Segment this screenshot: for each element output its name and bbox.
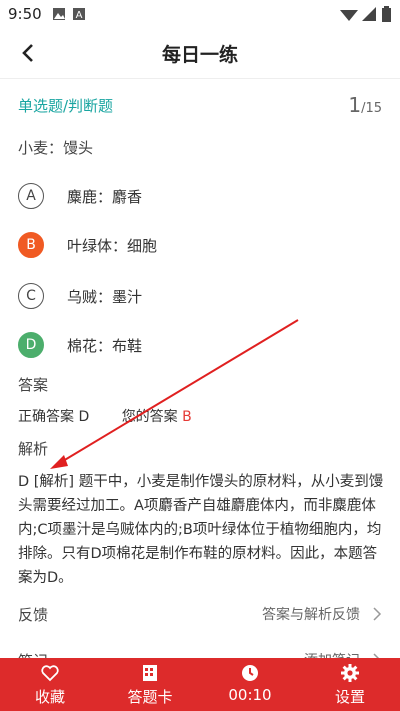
current-question-number: 1 [348,93,362,117]
gear-icon [341,664,359,682]
app-header: 每日一练 [0,28,400,79]
answer-label: 答案 [18,376,49,394]
option-c-marker: C [18,283,44,309]
answer-card-icon [143,665,157,681]
chevron-right-icon [373,607,382,621]
feedback-row[interactable]: 反馈 答案与解析反馈 [18,604,382,632]
tab-timer-label: 00:10 [228,686,272,704]
tab-timer[interactable]: 00:10 [200,658,300,711]
signal-icon [362,7,376,21]
analysis-label: 解析 [18,440,49,458]
answer-line: 正确答案 D 您的答案 B [18,406,192,426]
option-d-marker: D [18,332,44,358]
option-d[interactable]: D 棉花：布鞋 [18,332,318,360]
text-a-icon: A [73,8,85,21]
feedback-action[interactable]: 答案与解析反馈 [262,604,360,624]
option-a[interactable]: A 麋鹿：麝香 [18,183,318,211]
image-icon [53,8,65,20]
status-time: 9:50 [8,5,42,23]
bottom-tab-bar: 收藏 答题卡 00:10 设置 [0,658,400,711]
tab-settings-label: 设置 [334,688,365,706]
your-answer-label: 您的答案 [121,409,178,425]
question-counter: 1/15 [348,93,382,117]
wifi-icon [340,10,358,21]
analysis-text: D [解析] 题干中，小麦是制作馒头的原材料，从小麦到馒头需要经过加工。A项麝香… [18,474,384,586]
svg-text:A: A [76,10,83,21]
page-title: 每日一练 [161,44,238,66]
feedback-label: 反馈 [18,606,49,624]
tab-favorite[interactable]: 收藏 [0,658,100,711]
tab-favorite-label: 收藏 [34,688,65,706]
option-d-text: 棉花：布鞋 [67,337,143,355]
correct-answer: 正确答案 D [18,409,90,425]
total-questions: /15 [361,101,382,116]
option-c-text: 乌贼：墨汁 [67,288,143,306]
tab-answer-card[interactable]: 答题卡 [100,658,200,711]
tab-answer-card-label: 答题卡 [127,688,173,706]
heart-icon [41,665,59,682]
question-type: 单选题/判断题 [18,97,114,115]
option-b[interactable]: B 叶绿体：细胞 [18,232,318,260]
option-c[interactable]: C 乌贼：墨汁 [18,283,318,311]
option-a-text: 麋鹿：麝香 [67,188,143,206]
battery-icon [382,6,391,22]
tab-settings[interactable]: 设置 [300,658,400,711]
option-a-marker: A [18,183,44,209]
your-answer-value: B [182,409,192,425]
clock-icon [242,665,258,681]
question-stem: 小麦：馒头 [18,139,94,157]
status-bar: 9:50 A [0,0,400,28]
option-b-marker: B [18,232,44,258]
option-b-text: 叶绿体：细胞 [67,237,158,255]
